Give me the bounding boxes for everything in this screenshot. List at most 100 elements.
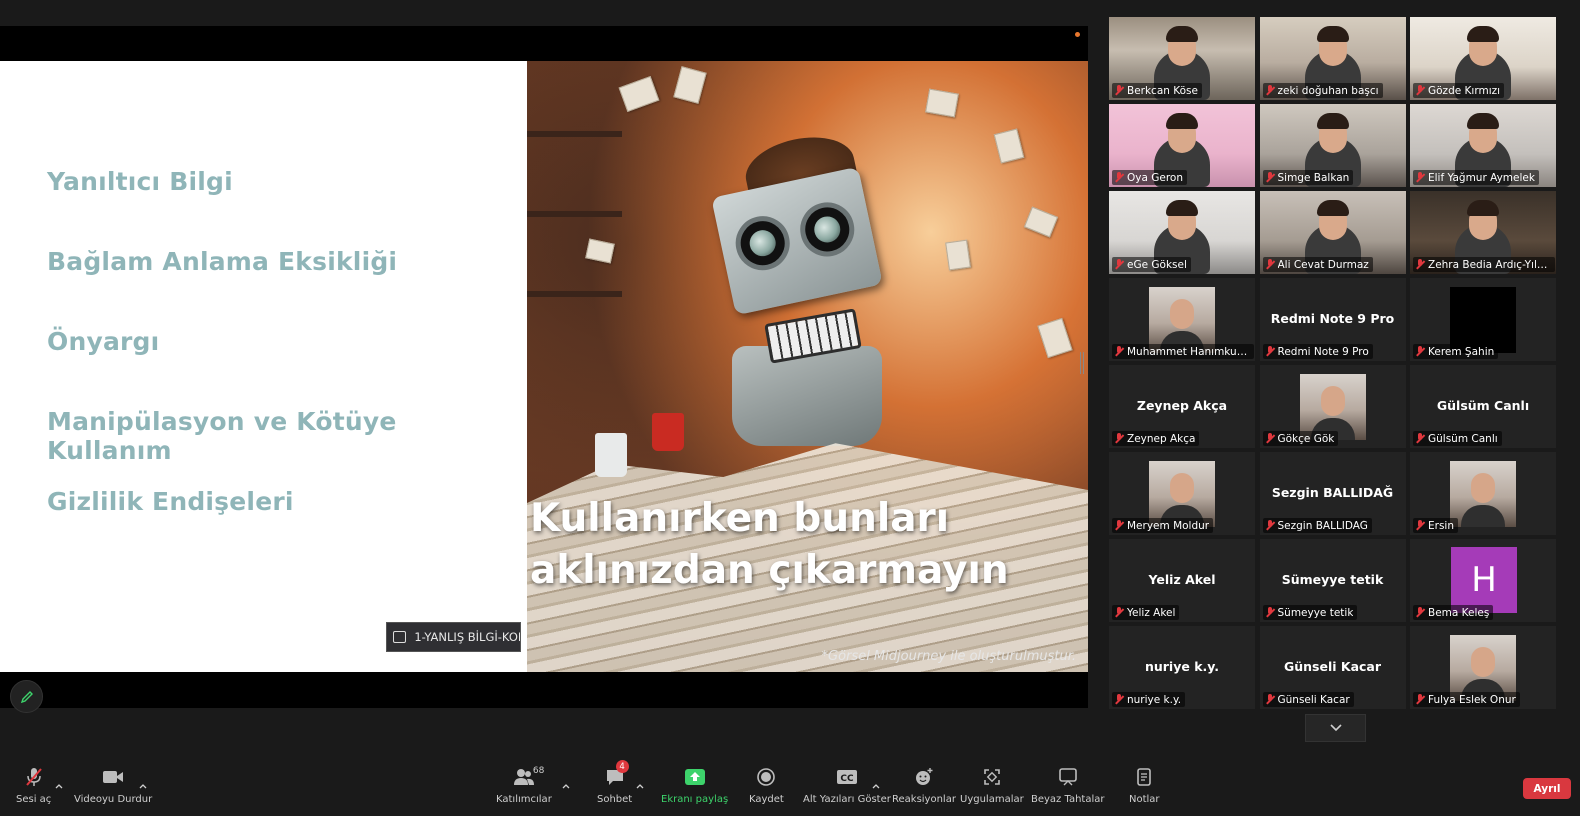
participant-name-tag: Meryem Moldur: [1112, 518, 1214, 533]
participant-name-tag: Simge Balkan: [1262, 170, 1354, 185]
photo-face: [1170, 473, 1194, 503]
mic-muted-icon: [1265, 607, 1275, 618]
mic-muted-icon: [1114, 259, 1124, 270]
record-icon: [753, 766, 779, 788]
participant-name: Berkcan Köse: [1127, 84, 1198, 97]
cc-icon: CC: [834, 766, 860, 788]
robot-eye: [795, 197, 860, 262]
participant-tile[interactable]: zeki doğuhan başcı: [1259, 17, 1406, 100]
audio-options-caret[interactable]: [55, 774, 65, 789]
video-camera-icon: [100, 766, 126, 788]
record-button[interactable]: Kaydet: [749, 766, 784, 805]
person-hair: [1467, 200, 1499, 216]
annotate-button[interactable]: [10, 680, 43, 713]
stop-video-label: Videoyu Durdur: [74, 794, 153, 805]
participant-name-tag: Redmi Note 9 Pro: [1262, 344, 1373, 359]
photo-face: [1170, 299, 1194, 329]
participant-tile[interactable]: Gözde Kırmızı: [1410, 17, 1556, 100]
participants-icon: 68: [511, 766, 544, 788]
slide-item: Bağlam Anlama Eksikliği: [47, 247, 398, 276]
participant-tile[interactable]: Yeliz Akel Yeliz Akel: [1109, 539, 1255, 622]
slide-item: Önyargı: [47, 327, 160, 356]
chat-button[interactable]: 4 Sohbet: [597, 760, 632, 805]
bookshelf: [527, 131, 622, 137]
leave-button[interactable]: Ayrıl: [1523, 778, 1571, 799]
participant-tile[interactable]: Meryem Moldur: [1109, 452, 1255, 535]
participant-name: Gökçe Gök: [1277, 432, 1335, 445]
participant-tile[interactable]: eGe Göksel: [1109, 191, 1255, 274]
notes-button[interactable]: Notlar: [1129, 766, 1160, 805]
record-label: Kaydet: [749, 794, 784, 805]
whiteboards-button[interactable]: Beyaz Tahtalar: [1031, 766, 1104, 805]
apps-button[interactable]: Uygulamalar: [960, 766, 1024, 805]
gallery-next-page-button[interactable]: [1305, 714, 1366, 742]
share-indicator-dot: [1075, 32, 1080, 37]
presentation-slide: Yanıltıcı Bilgi Bağlam Anlama Eksikliği …: [0, 61, 1088, 672]
participant-tile[interactable]: Zehra Bedia Ardıç-Yılmaz: [1410, 191, 1556, 274]
participant-tile[interactable]: nuriye k.y. nuriye k.y.: [1109, 626, 1255, 709]
svg-text:CC: CC: [840, 774, 854, 784]
resize-handle[interactable]: [1080, 352, 1084, 374]
participant-name: Gözde Kırmızı: [1428, 84, 1501, 97]
captions-options-caret[interactable]: [872, 774, 882, 789]
person-hair: [1166, 26, 1198, 42]
participant-tile[interactable]: Fulya Eslek Onur: [1410, 626, 1556, 709]
participant-tile[interactable]: H Bema Keleş: [1410, 539, 1556, 622]
participant-tile[interactable]: Berkcan Köse: [1109, 17, 1255, 100]
slide-comment-tag[interactable]: 1-YANLIŞ BİLGİ-KON: [386, 622, 521, 652]
participant-tile[interactable]: Ersin: [1410, 452, 1556, 535]
participant-tile[interactable]: Gökçe Gök: [1259, 365, 1406, 448]
participant-tile[interactable]: Elif Yağmur Aymelek: [1410, 104, 1556, 187]
video-options-caret[interactable]: [139, 774, 149, 789]
participant-name: Bema Keleş: [1428, 606, 1490, 619]
slide-item: Gizlilik Endişeleri: [47, 487, 294, 516]
participant-name-tag: eGe Göksel: [1112, 257, 1191, 272]
participant-name-tag: Gökçe Gök: [1262, 431, 1339, 446]
participant-display-name: Zeynep Akça: [1136, 398, 1228, 413]
participant-tile[interactable]: Ali Cevat Durmaz: [1259, 191, 1406, 274]
participant-name: Meryem Moldur: [1127, 519, 1210, 532]
participant-tile[interactable]: Oya Geron: [1109, 104, 1255, 187]
participant-tile[interactable]: Sümeyye tetik Sümeyye tetik: [1259, 539, 1406, 622]
person-hair: [1166, 200, 1198, 216]
participant-tile[interactable]: Simge Balkan: [1259, 104, 1406, 187]
participants-options-caret[interactable]: [562, 774, 572, 789]
share-screen-label: Ekranı paylaş: [661, 794, 729, 805]
participant-name: Fulya Eslek Onur: [1428, 693, 1516, 706]
chevron-up-icon: [636, 784, 644, 789]
chat-unread-badge: 4: [615, 760, 629, 773]
robot-eye: [730, 211, 795, 276]
participant-tile[interactable]: Günseli Kacar Günseli Kacar: [1259, 626, 1406, 709]
person-hair: [1316, 200, 1349, 216]
mic-muted-icon: [1265, 433, 1275, 444]
chevron-up-icon: [55, 784, 63, 789]
shared-screen[interactable]: Yanıltıcı Bilgi Bağlam Anlama Eksikliği …: [0, 26, 1088, 708]
flying-paper: [1037, 317, 1073, 359]
participant-tile[interactable]: Muhammet Hanımkulov: [1109, 278, 1255, 361]
mic-muted-icon: [1415, 172, 1425, 183]
person-hair: [1316, 113, 1349, 129]
participant-display-name: Redmi Note 9 Pro: [1270, 311, 1395, 326]
participant-name-tag: Ersin: [1413, 518, 1458, 533]
participant-name-tag: Berkcan Köse: [1112, 83, 1202, 98]
chevron-up-icon: [872, 784, 880, 789]
participant-tile[interactable]: Zeynep Akça Zeynep Akça: [1109, 365, 1255, 448]
unmute-button[interactable]: Sesi aç: [16, 766, 51, 805]
share-screen-button[interactable]: Ekranı paylaş: [661, 766, 728, 805]
participant-tile[interactable]: Sezgin BALLIDAĞ Sezgin BALLIDAĞ: [1259, 452, 1406, 535]
reactions-button[interactable]: Reaksiyonlar: [892, 766, 956, 805]
zoom-meeting-window: Yanıltıcı Bilgi Bağlam Anlama Eksikliği …: [0, 0, 1580, 816]
participant-tile[interactable]: Kerem Şahin: [1410, 278, 1556, 361]
mic-muted-icon: [1415, 607, 1425, 618]
participant-name-tag: Yeliz Akel: [1112, 605, 1180, 620]
participant-name-tag: Günseli Kacar: [1262, 692, 1354, 707]
chat-options-caret[interactable]: [636, 774, 646, 789]
participant-name: Ali Cevat Durmaz: [1277, 258, 1369, 271]
participant-tile[interactable]: Redmi Note 9 Pro Redmi Note 9 Pro: [1259, 278, 1406, 361]
participant-name-tag: Sümeyye tetik: [1262, 605, 1358, 620]
participants-button[interactable]: 68 Katılımcılar: [496, 766, 552, 805]
comment-tag-label: 1-YANLIŞ BİLGİ-KON: [414, 630, 520, 644]
person-hair: [1467, 113, 1499, 129]
participant-name-tag: Zehra Bedia Ardıç-Yılmaz: [1413, 257, 1555, 272]
participant-tile[interactable]: Gülsüm Canlı Gülsüm Canlı: [1410, 365, 1556, 448]
